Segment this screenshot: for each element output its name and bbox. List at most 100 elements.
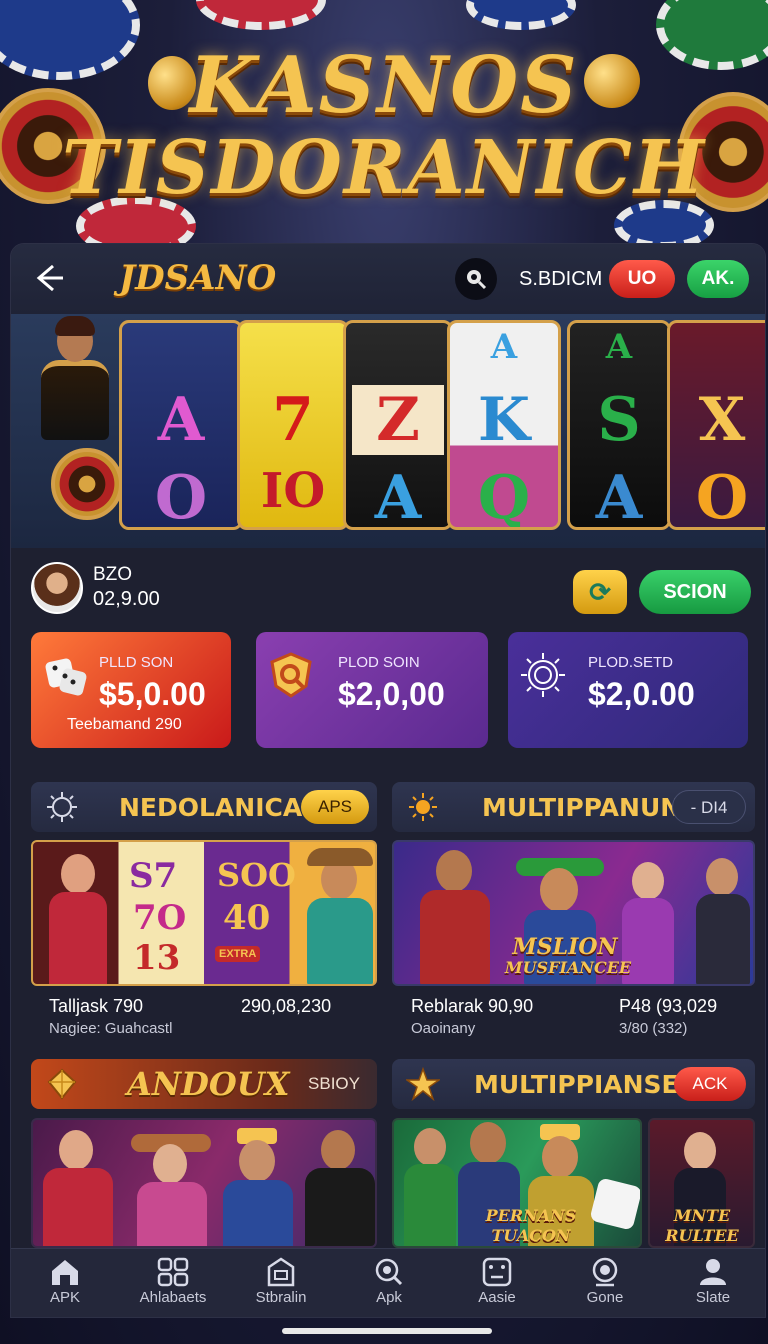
reel-text: 40 <box>223 898 271 938</box>
slot-symbol: O <box>154 463 208 530</box>
game-sub: Oaoinany <box>411 1020 476 1037</box>
search-button[interactable] <box>455 258 497 300</box>
character-figure <box>400 1128 460 1246</box>
slot-symbol: A <box>374 463 422 530</box>
slot-symbol: Q <box>477 463 531 530</box>
slot-symbol: Z <box>352 385 444 455</box>
game-thumbnail[interactable]: MNTE RULTEE <box>648 1118 755 1248</box>
nav-item-gone[interactable]: Gone <box>551 1249 659 1317</box>
nav-item-apk[interactable]: APK <box>11 1249 119 1317</box>
promo-card[interactable]: PLOD SOIN $2,0,00 <box>256 632 488 748</box>
nav-label: Gone <box>586 1289 624 1306</box>
section-header[interactable]: MULTIPPIANSE ACK <box>392 1059 755 1109</box>
reel-text: EXTRA <box>215 946 261 962</box>
promo-card-label: PLLD SON <box>99 654 174 671</box>
game-name: Reblarak 90,90 <box>411 996 534 1016</box>
refresh-icon: ⟳ <box>589 577 611 607</box>
username-label: S.BDICM <box>519 268 603 290</box>
login-button[interactable]: SCION <box>639 570 751 614</box>
nav-item-ahlabaets[interactable]: Ahlabaets <box>119 1249 227 1317</box>
game-value: 290,08,230 <box>241 996 332 1016</box>
section-badge[interactable]: - DI4 <box>672 790 746 824</box>
promo-card-value: $2,0.00 <box>588 676 695 712</box>
gem-icon <box>47 1068 77 1100</box>
game-thumbnail[interactable] <box>31 1118 377 1248</box>
slot-symbol: K <box>477 385 531 455</box>
section-title: MULTIPPANUN <box>482 793 682 822</box>
character-figure <box>301 1130 375 1246</box>
reel-text: S7 <box>129 856 178 896</box>
slot-reel: X O <box>667 320 765 530</box>
slot-symbol: A <box>605 327 633 367</box>
section-badge[interactable]: APS <box>301 790 369 824</box>
character-figure <box>219 1126 295 1246</box>
promo-card[interactable]: PLLD SON $5,0.00 Teebamand 290 <box>31 632 231 748</box>
character-figure <box>692 858 753 984</box>
section-title: NEDOLANICA <box>119 793 303 822</box>
section-badge[interactable]: SBIOY <box>297 1067 371 1101</box>
reel-text: SOO <box>217 856 296 894</box>
profile-name: BZO <box>93 564 133 585</box>
slot-reel: A K Q <box>447 320 561 530</box>
game-sub: Nagiee: Guahcastl <box>49 1020 173 1037</box>
promo-card-value: $2,0,00 <box>338 676 445 712</box>
red-action-button[interactable]: UO <box>609 260 675 298</box>
game-art-title: MNTE <box>673 1206 731 1225</box>
slot-reel: 7 IO <box>237 320 349 530</box>
slot-symbol: A <box>490 327 518 367</box>
avatar[interactable] <box>31 562 83 614</box>
slot-symbol: A <box>595 463 643 530</box>
slot-symbol: S <box>597 385 641 455</box>
top-bar: JDSANO S.BDICM UO AK. <box>11 244 765 314</box>
app-logo: JDSANO <box>119 258 277 298</box>
game-art-title: MSLION <box>512 934 618 960</box>
roulette-chip-icon <box>51 448 123 520</box>
game-thumbnail[interactable]: PERNANS TUACON <box>392 1118 642 1248</box>
game-art-subtitle: TUACON <box>491 1226 571 1245</box>
promo-card-value: $5,0.00 <box>99 676 206 712</box>
nav-label: Slate <box>695 1289 731 1306</box>
slot-reel: Z A <box>343 320 453 530</box>
promo-card-sub: Teebamand 290 <box>67 716 182 733</box>
nav-label: Ahlabaets <box>139 1289 207 1306</box>
nav-item-apk-search[interactable]: Apk <box>335 1249 443 1317</box>
nav-label: Apk <box>376 1289 402 1306</box>
section-title: ANDOUX <box>127 1065 290 1103</box>
game-thumbnail[interactable]: S7 7O 13 SOO 40 EXTRA <box>31 840 377 986</box>
nav-label: Stbralin <box>255 1289 307 1306</box>
section-badge[interactable]: ACK <box>674 1067 746 1101</box>
gear-icon <box>47 792 77 822</box>
game-art-subtitle: MUSFIANCEE <box>504 958 632 977</box>
back-arrow-icon[interactable] <box>31 260 71 296</box>
section-header[interactable]: MULTIPPANUN - DI4 <box>392 782 755 832</box>
section-header[interactable]: NEDOLANICA APS <box>31 782 377 832</box>
game-thumbnail[interactable]: MSLION MUSFIANCEE <box>392 840 755 986</box>
app-window: JDSANO S.BDICM UO AK. A O 7 IO Z A A K Q <box>10 243 766 1318</box>
reel-text: 13 <box>133 938 181 978</box>
section-header[interactable]: ANDOUX SBIOY <box>31 1059 377 1109</box>
nav-label: Aasie <box>478 1289 516 1306</box>
slot-machine-banner[interactable]: A O 7 IO Z A A K Q A S A X O <box>11 314 765 548</box>
slot-reel: A S A <box>567 320 671 530</box>
poker-chip-icon <box>466 0 576 30</box>
game-value: P48 (93,029 <box>619 996 718 1016</box>
promo-card[interactable]: PLOD.SETD $2,0.00 <box>508 632 748 748</box>
slot-symbol: IO <box>260 463 326 519</box>
reel-text: 7O <box>133 898 187 938</box>
grid-icon <box>157 1257 189 1287</box>
green-action-button[interactable]: AK. <box>687 260 749 298</box>
nav-item-aasie[interactable]: Aasie <box>443 1249 551 1317</box>
home-indicator[interactable] <box>282 1328 492 1334</box>
shop-icon <box>267 1257 295 1287</box>
profile-balance: 02,9.00 <box>93 588 160 610</box>
refresh-button[interactable]: ⟳ <box>573 570 627 614</box>
sun-icon <box>409 793 437 821</box>
search-icon <box>375 1258 403 1286</box>
slot-symbol: 7 <box>272 385 314 455</box>
character-figure <box>131 1126 211 1246</box>
chip-icon <box>592 1257 618 1287</box>
nav-item-slate[interactable]: Slate <box>659 1249 765 1317</box>
nav-item-stbralin[interactable]: Stbralin <box>227 1249 335 1317</box>
game-art-subtitle: RULTEE <box>665 1226 739 1245</box>
search-icon <box>467 270 487 290</box>
